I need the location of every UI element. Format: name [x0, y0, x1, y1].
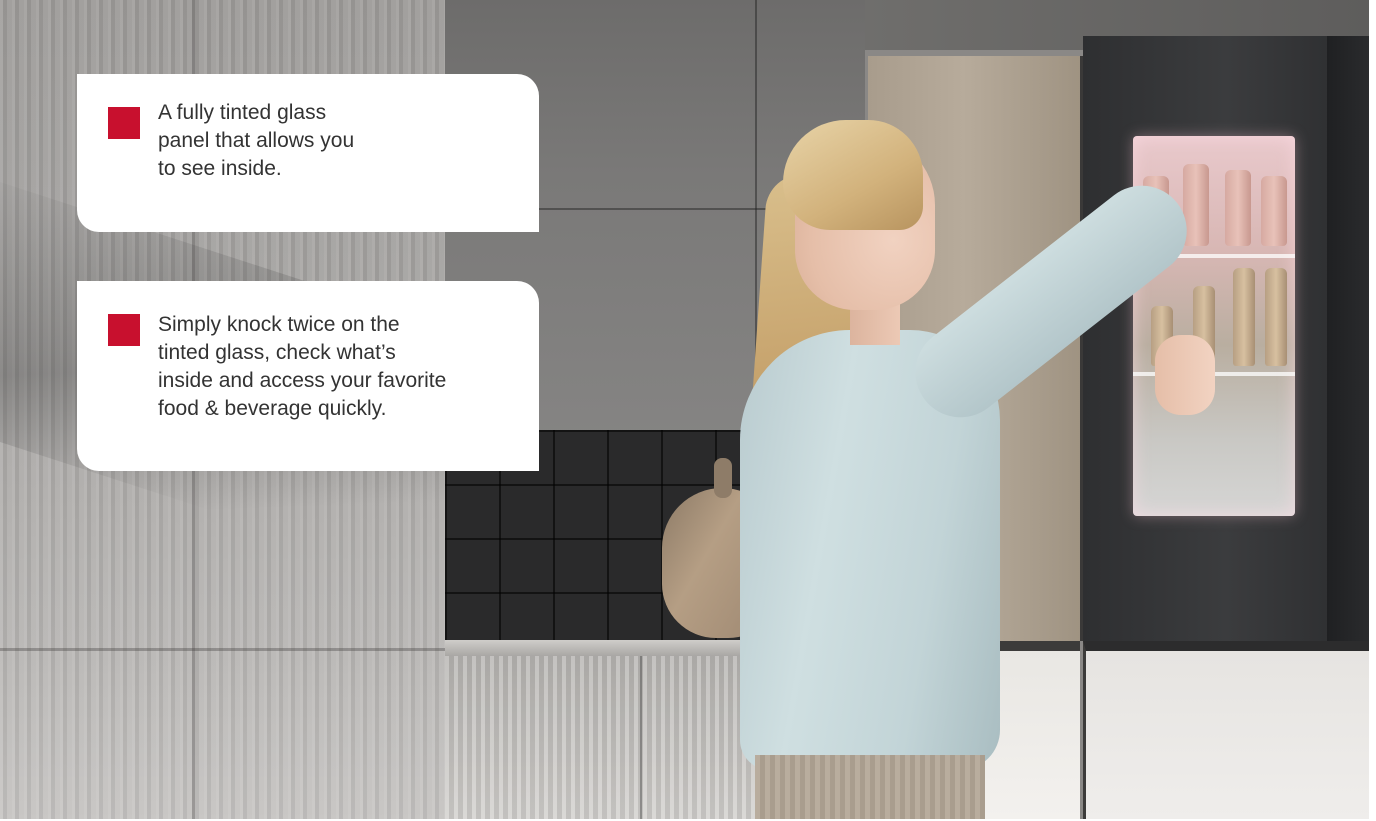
square-bullet-icon [108, 314, 140, 346]
skirt [755, 755, 985, 819]
countertop [445, 640, 775, 656]
callout-text: Simply knock twice on the tinted glass, … [158, 313, 447, 420]
square-bullet-icon [108, 107, 140, 139]
hair [783, 120, 923, 230]
cabinet-seam [640, 656, 642, 819]
fridge-jar [1261, 176, 1287, 246]
hero-banner: A fully tinted glass panel that allows y… [0, 0, 1369, 819]
hand [1155, 335, 1215, 415]
callout-text: A fully tinted glass panel that allows y… [158, 101, 355, 180]
feature-callout-glass-panel: A fully tinted glass panel that allows y… [77, 74, 539, 232]
lower-cabinets [445, 656, 775, 819]
woman-figure [735, 115, 1235, 819]
feature-callout-knock-twice: Simply knock twice on the tinted glass, … [77, 281, 539, 471]
fridge-bottle [1233, 268, 1255, 366]
wall-seam [0, 648, 450, 651]
fridge-bottle [1265, 268, 1287, 366]
